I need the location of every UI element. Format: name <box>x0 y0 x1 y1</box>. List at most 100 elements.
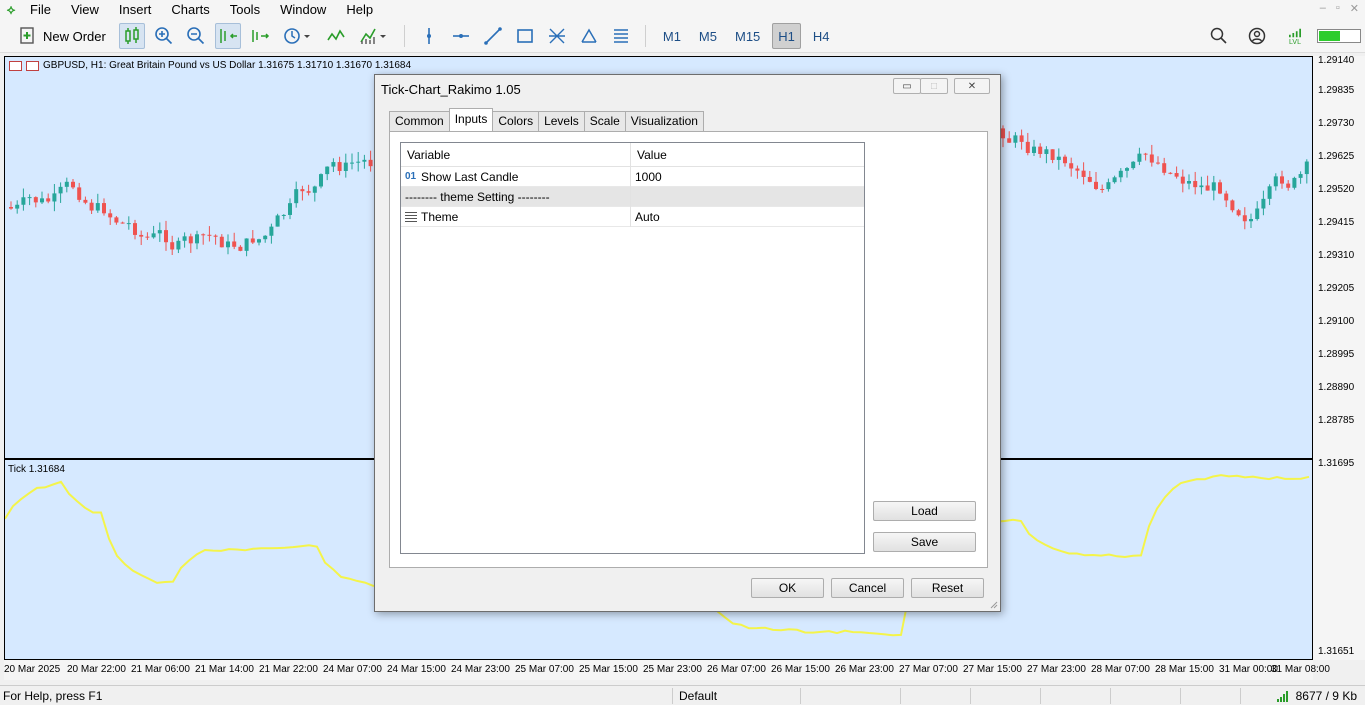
variable-cell: -------- theme Setting -------- <box>401 186 631 207</box>
column-value[interactable]: Value <box>631 143 864 166</box>
candle-body <box>213 235 218 237</box>
timeframe-m5-button[interactable]: M5 <box>693 23 723 49</box>
dialog-minimize-button[interactable]: ▭ <box>893 78 921 94</box>
input-row-theme[interactable]: Theme Auto <box>401 206 864 227</box>
timeframe-h4-button[interactable]: H4 <box>807 23 836 49</box>
timeframe-m15-button[interactable]: M15 <box>729 23 766 49</box>
candle-body <box>1304 161 1309 175</box>
dialog-close-button[interactable]: ✕ <box>954 78 990 94</box>
candle-body <box>1118 170 1123 178</box>
vertical-line-button[interactable] <box>416 23 442 49</box>
pitchfork-button[interactable] <box>576 23 602 49</box>
candle-body <box>9 207 13 209</box>
rectangle-button[interactable] <box>512 23 538 49</box>
menu-window[interactable]: Window <box>270 0 336 20</box>
tab-common[interactable]: Common <box>389 111 450 131</box>
candle-body <box>1236 210 1241 216</box>
new-order-button[interactable]: New Order <box>11 23 113 49</box>
indicators-button[interactable] <box>323 23 349 49</box>
candle-body <box>1075 168 1080 171</box>
tab-visualization[interactable]: Visualization <box>624 111 704 131</box>
candle-body <box>182 236 187 241</box>
tab-inputs[interactable]: Inputs <box>448 108 494 131</box>
chart-shift-button[interactable] <box>247 23 273 49</box>
templates-button[interactable] <box>355 23 393 49</box>
chart-list-icon[interactable] <box>9 60 22 71</box>
save-button[interactable]: Save <box>873 532 976 552</box>
signal-strength-button[interactable]: LVL <box>1282 23 1308 49</box>
candle-body <box>1106 182 1111 190</box>
candle-chart-button[interactable] <box>118 23 145 49</box>
time-axis[interactable]: 20 Mar 2025 20 Mar 22:00 21 Mar 06:00 21… <box>4 660 1330 680</box>
candle-body <box>1100 188 1105 190</box>
candle-body <box>139 234 144 237</box>
periods-button[interactable] <box>279 23 317 49</box>
value-cell[interactable]: 1000 <box>631 167 864 187</box>
search-button[interactable] <box>1206 23 1232 49</box>
ok-button[interactable]: OK <box>751 578 824 598</box>
reset-button[interactable]: Reset <box>911 578 984 598</box>
candle-body <box>188 236 193 244</box>
candle-body <box>1149 154 1154 163</box>
candle-body <box>1249 219 1253 222</box>
restore-icon[interactable]: ▫ <box>1336 2 1340 15</box>
candle-body <box>1013 135 1018 143</box>
price-axis[interactable]: 1.29140 1.29835 1.29730 1.29625 1.29520 … <box>1313 55 1365 660</box>
account-icon <box>1248 27 1266 45</box>
status-traffic[interactable]: 8677 / 9 Kb <box>1276 689 1357 703</box>
menu-file[interactable]: File <box>20 0 61 20</box>
menu-help[interactable]: Help <box>336 0 383 20</box>
candle-body <box>164 230 168 243</box>
candle-body <box>52 193 57 202</box>
candle-body <box>331 162 336 167</box>
rectangle-icon <box>517 29 533 43</box>
status-bar: For Help, press F1 Default 8677 / 9 Kb <box>0 685 1365 705</box>
menu-tools[interactable]: Tools <box>220 0 270 20</box>
column-variable[interactable]: Variable <box>401 143 631 166</box>
candle-body <box>157 230 162 234</box>
candle-body <box>368 159 373 167</box>
timeframe-m1-button[interactable]: M1 <box>657 23 687 49</box>
minimize-icon[interactable]: – <box>1320 2 1326 15</box>
account-button[interactable] <box>1244 23 1270 49</box>
load-button[interactable]: Load <box>873 501 976 521</box>
horizontal-line-button[interactable] <box>448 23 474 49</box>
menu-view[interactable]: View <box>61 0 109 20</box>
timeframe-h1-button[interactable]: H1 <box>772 23 801 49</box>
time-tick: 31 Mar 08:00 <box>1271 664 1330 675</box>
zoom-out-button[interactable] <box>183 23 209 49</box>
new-order-label: New Order <box>43 28 106 44</box>
chart-trade-icon[interactable] <box>26 60 39 71</box>
close-icon[interactable]: ✕ <box>1350 2 1359 15</box>
status-help-text: For Help, press F1 <box>3 689 103 703</box>
candle-body <box>300 189 305 192</box>
new-order-icon <box>20 27 34 44</box>
price-tick: 1.29140 <box>1318 55 1355 66</box>
input-row-show-last-candle[interactable]: 01 Show Last Candle 1000 <box>401 166 864 187</box>
menu-insert[interactable]: Insert <box>109 0 162 20</box>
candle-body <box>1230 200 1235 211</box>
candle-body <box>294 189 299 204</box>
cancel-button[interactable]: Cancel <box>831 578 904 598</box>
tab-scale[interactable]: Scale <box>583 111 626 131</box>
dialog-maximize-button[interactable]: □ <box>920 78 948 94</box>
zoom-in-button[interactable] <box>151 23 177 49</box>
menu-charts[interactable]: Charts <box>161 0 219 20</box>
time-tick: 24 Mar 07:00 <box>323 664 382 675</box>
status-divider <box>1180 688 1181 704</box>
candle-body <box>1218 182 1222 194</box>
candle-body <box>1081 170 1086 177</box>
value-cell[interactable]: Auto <box>631 207 864 227</box>
text-button[interactable] <box>608 23 634 49</box>
tab-levels[interactable]: Levels <box>538 111 585 131</box>
fibonacci-button[interactable] <box>544 23 570 49</box>
autoscroll-button[interactable] <box>214 23 241 49</box>
text-icon <box>613 29 628 43</box>
candle-body <box>1025 141 1030 153</box>
resize-grip-icon[interactable] <box>990 601 998 609</box>
trendline-button[interactable] <box>480 23 506 49</box>
candle-body <box>257 239 261 243</box>
tab-colors[interactable]: Colors <box>492 111 540 131</box>
candle-body <box>1032 146 1036 153</box>
status-profile[interactable]: Default <box>679 689 717 703</box>
